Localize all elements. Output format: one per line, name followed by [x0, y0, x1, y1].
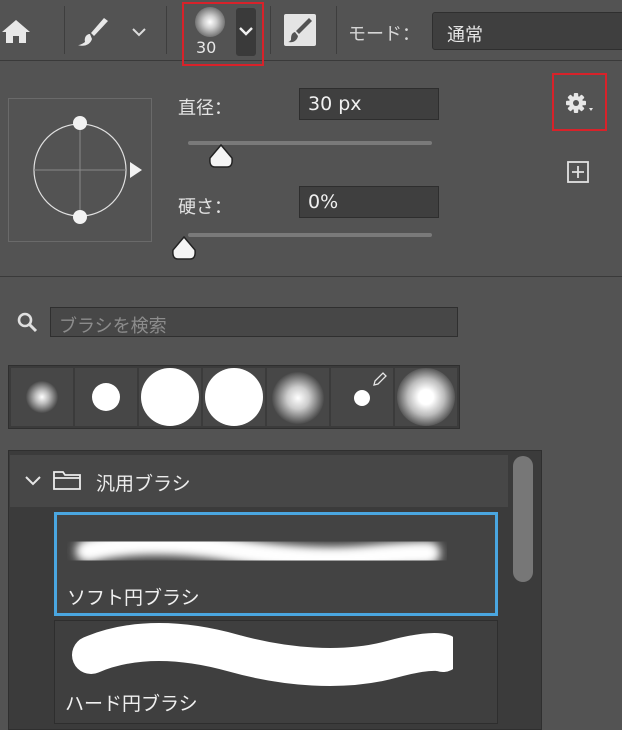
home-button[interactable]	[0, 10, 36, 50]
mode-select[interactable]: 通常	[432, 12, 622, 50]
hardness-value: 0%	[308, 191, 339, 213]
hardness-slider-track[interactable]	[188, 233, 432, 237]
recent-brush-7[interactable]	[395, 368, 457, 426]
brush-tool-dropdown[interactable]	[128, 22, 150, 42]
recent-brush-2[interactable]	[75, 368, 137, 426]
brush-panel-toggle-icon	[284, 14, 316, 46]
hard-round-stroke-preview	[72, 623, 453, 686]
brush-preset-dropdown[interactable]	[236, 8, 256, 56]
recent-brush-3[interactable]	[139, 368, 201, 426]
search-icon	[17, 312, 38, 333]
search-placeholder: ブラシを検索	[59, 316, 167, 337]
diameter-slider-thumb[interactable]	[207, 143, 235, 169]
brush-item-hard-round[interactable]: ハード円ブラシ	[54, 620, 498, 724]
brush-group-row[interactable]	[10, 455, 508, 507]
recent-brush-1[interactable]	[11, 368, 73, 426]
brush-preset-size: 30	[196, 38, 217, 57]
gear-icon	[566, 93, 593, 113]
chevron-down-icon	[132, 28, 146, 37]
roundness-handle-bottom	[73, 210, 87, 224]
brush-group-label: 汎用ブラシ	[96, 473, 191, 495]
brush-list-scrollbar[interactable]	[513, 456, 533, 582]
brush-preset-picker[interactable]: 30	[188, 4, 232, 60]
hardness-label: 硬さ：	[178, 197, 232, 218]
recent-brush-5[interactable]	[267, 368, 329, 426]
new-preset-button[interactable]	[566, 160, 590, 184]
diameter-label: 直径：	[178, 98, 232, 119]
hardness-field[interactable]: 0%	[299, 186, 439, 218]
brush-icon	[78, 18, 108, 46]
roundness-handle-top	[73, 116, 87, 130]
recent-brush-4[interactable]	[203, 368, 265, 426]
panel-divider	[0, 276, 622, 277]
diameter-value: 30 px	[308, 93, 362, 115]
pencil-icon	[373, 372, 387, 386]
folder-icon	[53, 471, 81, 490]
recent-brush-6[interactable]	[331, 368, 393, 426]
toggle-brush-settings-button[interactable]	[282, 12, 318, 48]
brush-item-name: ソフト円ブラシ	[67, 587, 200, 609]
soft-round-stroke-preview	[76, 532, 440, 570]
brush-angle-widget[interactable]	[8, 98, 152, 242]
add-icon	[567, 161, 589, 183]
chevron-down-icon[interactable]	[22, 470, 44, 492]
mode-select-value: 通常	[447, 25, 483, 46]
brush-preset-thumbnail	[195, 7, 225, 37]
settings-menu-button[interactable]	[562, 88, 598, 118]
brush-angle-preview[interactable]	[8, 98, 152, 242]
recent-brushes	[8, 365, 460, 429]
brush-tool-button[interactable]	[74, 12, 114, 50]
brush-item-name: ハード円ブラシ	[65, 693, 198, 715]
brush-search-input[interactable]: ブラシを検索	[50, 307, 458, 337]
home-icon	[2, 20, 30, 43]
mode-label: モード：	[348, 24, 420, 45]
angle-arrow	[130, 162, 142, 178]
diameter-field[interactable]: 30 px	[299, 88, 439, 120]
hardness-slider-thumb[interactable]	[170, 235, 198, 261]
options-toolbar: 30 モード： 通常	[0, 0, 622, 66]
chevron-down-icon	[239, 27, 253, 36]
brush-item-soft-round[interactable]: ソフト円ブラシ	[54, 512, 498, 616]
